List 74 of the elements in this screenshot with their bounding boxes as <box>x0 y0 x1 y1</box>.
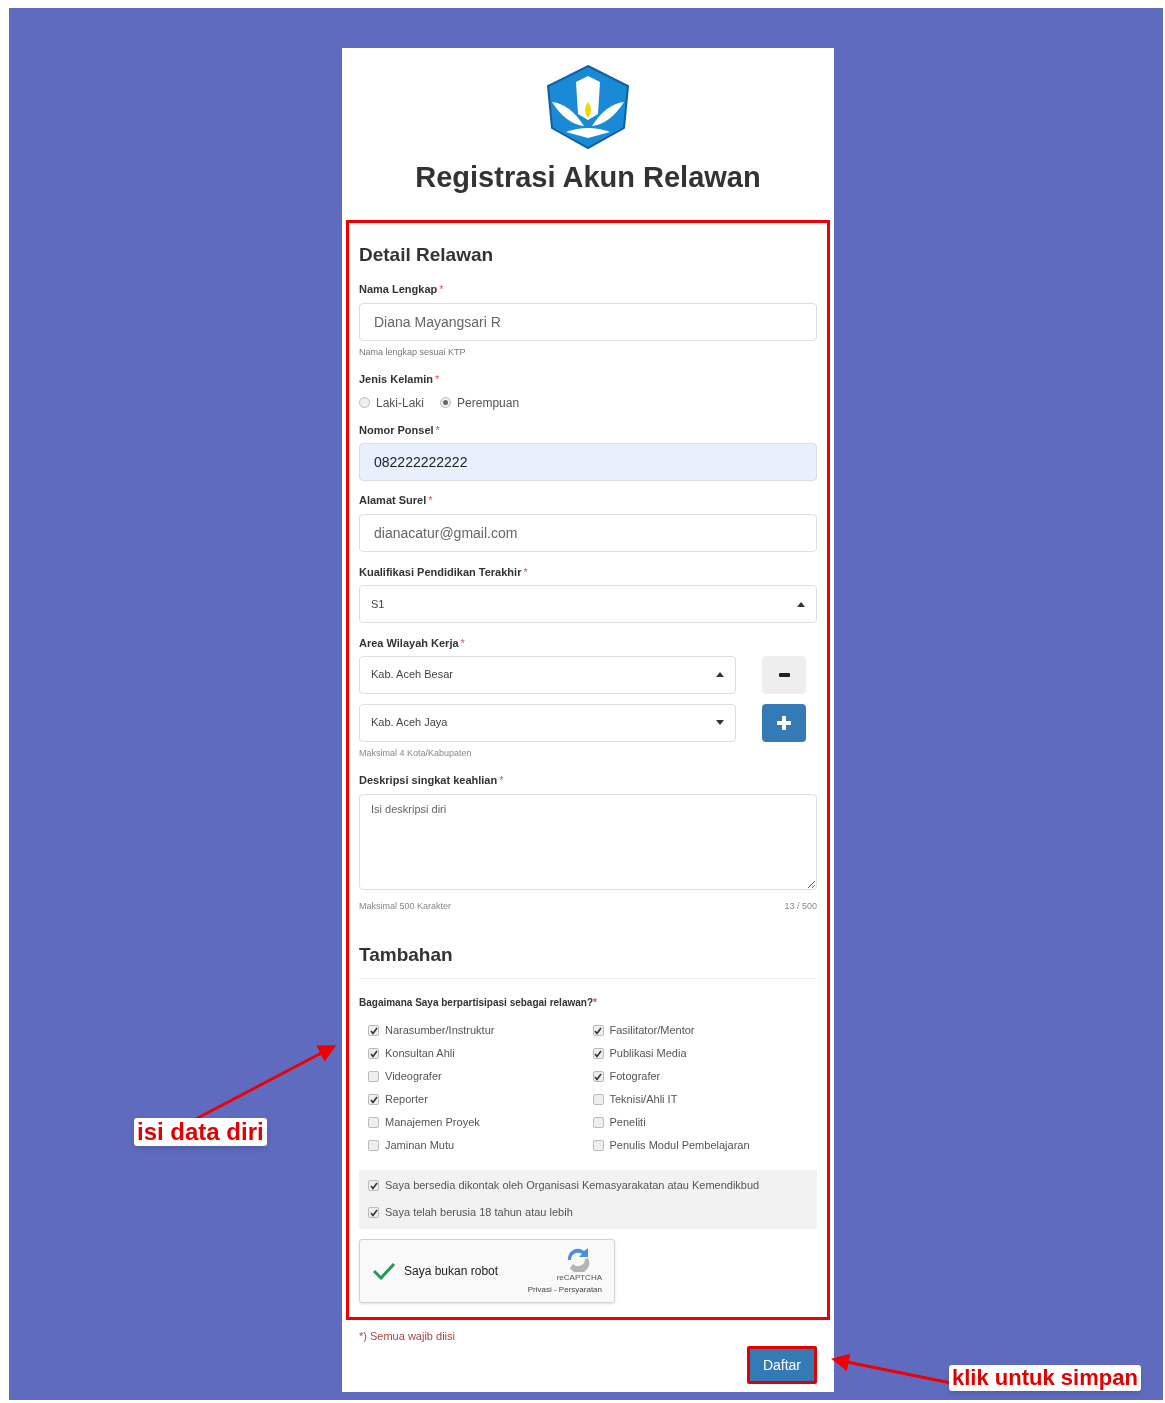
help-text: Maksimal 500 Karakter <box>359 899 452 913</box>
checkbox-label: Narasumber/Instruktur <box>385 1023 495 1039</box>
annotation-label: klik untuk simpan <box>949 1365 1141 1391</box>
checkbox-label: Fasilitator/Mentor <box>609 1023 695 1039</box>
character-counter: 13 / 500 <box>784 899 817 913</box>
required-mark: * <box>435 373 440 385</box>
required-mark: * <box>593 996 597 1008</box>
submit-button[interactable]: Daftar <box>746 1346 817 1384</box>
text-field[interactable]: Diana Mayangsari R <box>359 302 817 341</box>
required-mark: * <box>428 494 433 506</box>
annotation-label: isi data diri <box>134 1118 267 1146</box>
checkbox[interactable] <box>368 1094 379 1105</box>
checkbox[interactable] <box>368 1207 379 1218</box>
checkbox-label: Saya telah berusia 18 tahun atau lebih <box>385 1205 573 1221</box>
select-field[interactable]: S1 <box>359 585 817 623</box>
text-field[interactable]: dianacatur@gmail.com <box>359 513 817 552</box>
captcha-links: Privasi - Persyaratan <box>527 1283 602 1296</box>
field-label: Nomor Ponsel <box>359 423 434 436</box>
checkbox[interactable] <box>368 1025 379 1036</box>
question-label: Bagaimana Saya berpartisipasi sebagai relawan? <box>359 996 593 1008</box>
captcha-label: Saya bukan robot <box>404 1262 499 1280</box>
checkbox[interactable] <box>368 1071 379 1082</box>
checkbox[interactable] <box>368 1140 379 1151</box>
checkbox[interactable] <box>368 1048 379 1059</box>
required-note: *) Semua wajib diisi <box>359 1328 456 1344</box>
field-label: Nama Lengkap <box>359 283 438 295</box>
section-heading: Detail Relawan <box>359 242 495 267</box>
radio-button[interactable] <box>359 397 370 408</box>
required-mark: * <box>460 637 465 649</box>
checkbox-label: Teknisi/Ahli IT <box>609 1092 678 1108</box>
radio-label: Perempuan <box>457 394 520 412</box>
field-label: Alamat Surel <box>359 494 427 506</box>
captcha-widget[interactable]: Saya bukan robot reCAPTCHA Privasi - Persyaratan <box>359 1238 615 1303</box>
checkbox[interactable] <box>592 1071 604 1082</box>
checkbox[interactable] <box>592 1117 604 1128</box>
required-mark: * <box>435 423 440 436</box>
text-field[interactable]: 082222222222 <box>359 443 817 481</box>
select-field[interactable]: Kab. Aceh Besar <box>359 655 736 694</box>
captcha-brand: reCAPTCHA <box>556 1271 602 1284</box>
checkbox-label: Saya bersedia dikontak oleh Organisasi Kemasyarakatan atau Kemendikbud <box>385 1178 760 1194</box>
checkbox-label: Publikasi Media <box>609 1046 687 1062</box>
required-mark: * <box>523 565 528 578</box>
field-label: Deskripsi singkat keahlian <box>359 774 498 786</box>
field-label: Jenis Kelamin <box>359 373 433 385</box>
checkbox[interactable] <box>592 1025 604 1036</box>
page-title: Registrasi Akun Relawan <box>415 160 761 195</box>
checkbox-label: Manajemen Proyek <box>385 1115 480 1131</box>
checkbox-label: Jaminan Mutu <box>385 1138 455 1154</box>
radio-label: Laki-Laki <box>376 394 425 412</box>
remove-button[interactable] <box>762 655 806 694</box>
checkbox-label: Fotografer <box>609 1069 661 1085</box>
required-mark: * <box>439 283 444 295</box>
checkbox[interactable] <box>592 1140 604 1151</box>
description-field[interactable]: Isi deskripsi diri <box>359 793 817 890</box>
field-label: Area Wilayah Kerja <box>359 637 459 649</box>
required-mark: * <box>499 774 504 786</box>
checkbox-label: Peneliti <box>609 1115 646 1131</box>
add-button[interactable] <box>762 703 806 742</box>
checkbox-label: Konsultan Ahli <box>385 1046 455 1062</box>
checkbox[interactable] <box>368 1180 379 1191</box>
plus-icon <box>777 715 791 730</box>
minus-icon <box>778 672 790 677</box>
checkbox[interactable] <box>592 1094 604 1105</box>
checkbox[interactable] <box>592 1048 604 1059</box>
checkbox[interactable] <box>368 1117 379 1128</box>
checkbox-label: Penulis Modul Pembelajaran <box>609 1138 750 1154</box>
checkbox-label: Videografer <box>385 1069 442 1085</box>
radio-button[interactable] <box>440 397 452 408</box>
field-label: Kualifikasi Pendidikan Terakhir <box>359 565 522 578</box>
help-text: Maksimal 4 Kota/Kabupaten <box>359 746 473 760</box>
help-text: Nama lengkap sesuai KTP <box>359 345 467 359</box>
section-heading: Tambahan <box>359 941 817 979</box>
select-field[interactable]: Kab. Aceh Jaya <box>359 703 736 742</box>
checkbox-label: Reporter <box>385 1092 428 1108</box>
